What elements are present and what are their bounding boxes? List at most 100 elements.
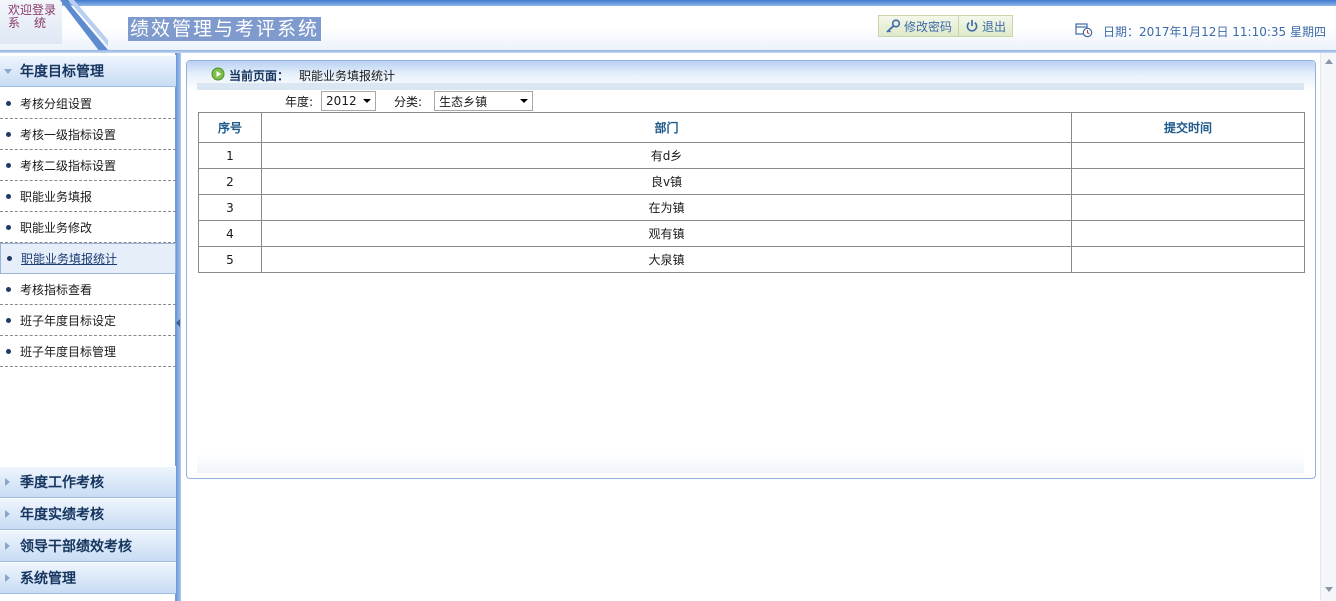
table-row: 1 有d乡: [198, 142, 1305, 169]
cell-submit-time: [1071, 168, 1305, 195]
cell-no: 4: [198, 220, 262, 247]
sidebar-item-business-report-statistics[interactable]: 职能业务填报统计: [0, 243, 176, 274]
cell-department: 在为镇: [261, 194, 1072, 221]
sidebar-item-label: 考核指标查看: [20, 282, 93, 297]
column-header-no: 序号: [198, 112, 262, 143]
table-row: 2 良v镇: [198, 168, 1305, 195]
chevron-right-icon: [0, 498, 20, 530]
header-bottom-bar: [0, 50, 1336, 53]
category-select[interactable]: 生态乡镇: [434, 91, 534, 111]
cell-department: 观有镇: [261, 220, 1072, 247]
change-password-label: 修改密码: [904, 19, 953, 34]
statistics-table: 序号 部门 提交时间 1 有d乡 2 良v镇 3 在为镇 4 观有镇 5 大泉镇: [198, 112, 1305, 273]
panel-header-bar: [197, 83, 1304, 90]
section-label: 年度目标管理: [20, 64, 104, 80]
sidebar-item-business-report[interactable]: 职能业务填报: [0, 181, 176, 212]
change-password-button[interactable]: 修改密码: [879, 16, 958, 36]
sidebar-item-label: 考核分组设置: [20, 96, 93, 111]
collapse-arrow-icon[interactable]: [176, 319, 180, 327]
header-actions: 修改密码 退出: [878, 15, 1014, 37]
welcome-text-line2: 系统: [8, 16, 61, 30]
cell-submit-time: [1071, 142, 1305, 169]
cell-no: 1: [198, 142, 262, 169]
section-annual-target-management[interactable]: 年度目标管理: [0, 55, 176, 87]
vertical-scrollbar[interactable]: [1320, 53, 1336, 601]
logout-label: 退出: [982, 19, 1007, 34]
sidebar-item-level2-indicator-settings[interactable]: 考核二级指标设置: [0, 150, 176, 181]
bullet-icon: [6, 224, 11, 230]
date-display: 日期：2017年1月12日 11:10:35 星期四: [1075, 22, 1326, 41]
power-icon: [965, 19, 979, 33]
sidebar-item-team-target-setting[interactable]: 班子年度目标设定: [0, 305, 176, 336]
sidebar-item-level1-indicator-settings[interactable]: 考核一级指标设置: [0, 119, 176, 150]
cell-no: 5: [198, 246, 262, 273]
sidebar-item-label: 班子年度目标设定: [20, 313, 117, 328]
section-label: 年度实绩考核: [20, 507, 104, 523]
year-select[interactable]: 2012: [321, 91, 377, 111]
scroll-up-icon[interactable]: [1325, 59, 1333, 64]
sidebar-item-team-target-management[interactable]: 班子年度目标管理: [0, 336, 176, 367]
logout-button[interactable]: 退出: [958, 16, 1012, 36]
section-leader-performance-assessment[interactable]: 领导干部绩效考核: [0, 530, 176, 562]
bullet-icon: [6, 100, 11, 106]
chevron-right-icon: [0, 466, 20, 498]
cell-department: 良v镇: [261, 168, 1072, 195]
column-header-submit-time: 提交时间: [1071, 112, 1305, 143]
year-label: 年度:: [285, 94, 314, 109]
cell-submit-time: [1071, 246, 1305, 273]
bullet-icon: [7, 256, 12, 261]
scroll-down-icon[interactable]: [1325, 587, 1333, 592]
section-quarterly-work-assessment[interactable]: 季度工作考核: [0, 466, 176, 498]
column-header-department: 部门: [261, 112, 1072, 143]
key-icon: [885, 19, 901, 33]
section-system-management[interactable]: 系统管理: [0, 562, 176, 594]
sidebar-item-label: 职能业务填报: [20, 189, 93, 204]
category-label: 分类:: [394, 94, 423, 109]
cell-no: 2: [198, 168, 262, 195]
bullet-icon: [6, 162, 11, 168]
bullet-icon: [6, 348, 11, 354]
sidebar-item-group-settings[interactable]: 考核分组设置: [0, 88, 176, 119]
filter-bar: 年度: 2012 分类: 生态乡镇: [285, 91, 534, 111]
chevron-right-icon: [0, 562, 20, 594]
section-annual-performance-assessment[interactable]: 年度实绩考核: [0, 498, 176, 530]
chevron-down-icon: [520, 99, 529, 103]
current-page-label: 当前页面：: [229, 69, 290, 83]
year-value: 2012: [326, 94, 357, 108]
section-label: 系统管理: [20, 571, 76, 587]
table-row: 4 观有镇: [198, 220, 1305, 247]
app-header: 欢迎登录 系统 绩效管理与考评系统 修改密码 退出 日期：2017年1月12日 …: [0, 0, 1336, 53]
table-header-row: 序号 部门 提交时间: [198, 112, 1305, 143]
chevron-right-icon: [0, 530, 20, 562]
sidebar: 年度目标管理 考核分组设置 考核一级指标设置 考核二级指标设置 职能业务填报 职…: [0, 53, 176, 601]
sidebar-item-indicator-view[interactable]: 考核指标查看: [0, 274, 176, 305]
cell-department: 大泉镇: [261, 246, 1072, 273]
sidebar-item-label: 考核二级指标设置: [20, 158, 117, 173]
chevron-down-icon: [0, 55, 20, 87]
table-row: 5 大泉镇: [198, 246, 1305, 273]
system-title: 绩效管理与考评系统: [128, 17, 322, 41]
header-diagonal-decoration: [60, 0, 108, 52]
main-panel: 当前页面： 职能业务填报统计 年度: 2012 分类: 生态乡镇 序号 部门 提…: [186, 60, 1316, 479]
current-page-value: 职能业务填报统计: [299, 69, 396, 83]
panel-footer: [197, 453, 1304, 473]
table-row: 3 在为镇: [198, 194, 1305, 221]
bullet-icon: [6, 317, 11, 323]
chevron-down-icon: [363, 99, 372, 103]
sidebar-item-label: 班子年度目标管理: [20, 344, 117, 359]
play-icon: [211, 67, 225, 84]
sidebar-item-label: 考核一级指标设置: [20, 127, 117, 142]
cell-department: 有d乡: [261, 142, 1072, 169]
category-value: 生态乡镇: [439, 94, 488, 109]
clock-icon: [1075, 22, 1093, 41]
breadcrumb: 当前页面： 职能业务填报统计: [211, 67, 395, 84]
header-top-bar: [60, 0, 1336, 6]
sidebar-splitter[interactable]: [176, 53, 181, 601]
date-text: 日期：2017年1月12日 11:10:35 星期四: [1103, 25, 1326, 39]
bullet-icon: [6, 286, 11, 292]
sidebar-item-label: 职能业务修改: [20, 220, 93, 235]
welcome-box: 欢迎登录 系统: [0, 0, 62, 44]
section-label: 季度工作考核: [20, 475, 104, 491]
bullet-icon: [6, 131, 11, 137]
sidebar-item-business-edit[interactable]: 职能业务修改: [0, 212, 176, 243]
